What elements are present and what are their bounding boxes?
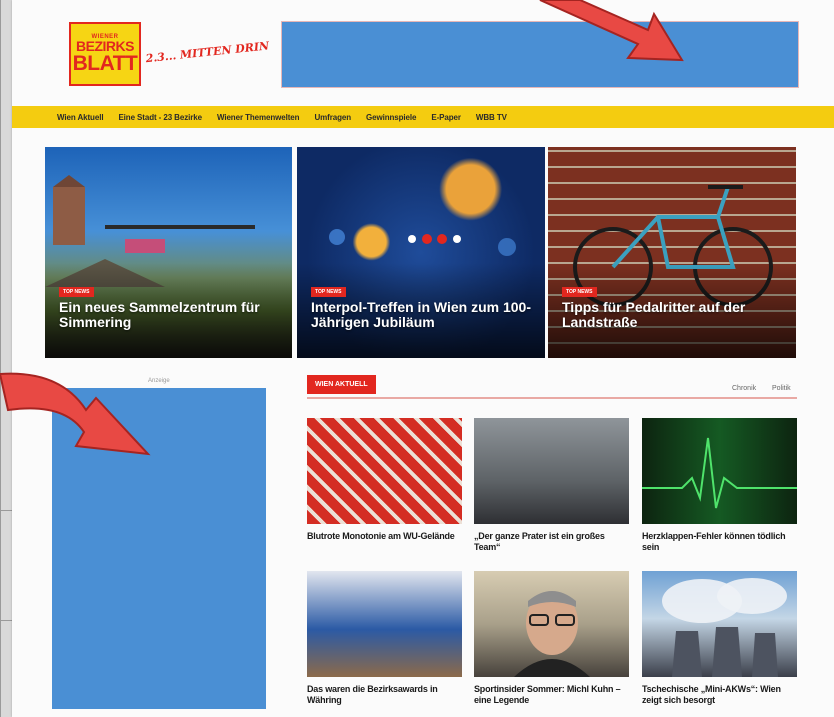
article-thumb-heart-monitor bbox=[642, 418, 797, 524]
site-logo[interactable]: WIENER BEZIRKS BLATT bbox=[69, 22, 141, 86]
top-news-badge: TOP NEWS bbox=[562, 287, 597, 297]
article-title[interactable]: Blutrote Monotonie am WU-Gelände bbox=[307, 531, 462, 542]
nav-item-umfragen[interactable]: Umfragen bbox=[314, 113, 351, 122]
article-title[interactable]: Tschechische „Mini-AKWs“: Wien zeigt sic… bbox=[642, 684, 797, 706]
article-title[interactable]: Das waren die Bezirksawards in Währing bbox=[307, 684, 462, 706]
article-title[interactable]: Herzklappen-Fehler können tödlich sein bbox=[642, 531, 797, 553]
article-card-5[interactable]: Sportinsider Sommer: Michl Kuhn – eine L… bbox=[474, 571, 629, 706]
main-navigation: Wien Aktuell Eine Stadt - 23 Bezirke Wie… bbox=[12, 106, 834, 128]
section-divider bbox=[307, 397, 797, 399]
article-thumb-red-artwork bbox=[307, 418, 462, 524]
cooling-towers-graphic bbox=[662, 578, 787, 677]
grid-line-horizontal-2 bbox=[0, 620, 12, 621]
hero-article-2[interactable]: TOP NEWS Interpol-Treffen in Wien zum 10… bbox=[297, 147, 545, 358]
article-thumb-cooling-towers bbox=[642, 571, 797, 677]
hero-title[interactable]: Ein neues Sammelzentrum für Simmering bbox=[59, 299, 282, 331]
article-title[interactable]: Sportinsider Sommer: Michl Kuhn – eine L… bbox=[474, 684, 629, 706]
article-card-4[interactable]: Das waren die Bezirksawards in Währing bbox=[307, 571, 462, 706]
article-card-1[interactable]: Blutrote Monotonie am WU-Gelände bbox=[307, 418, 462, 542]
logo-line-3: BLATT bbox=[72, 51, 138, 75]
section-tag-wien-aktuell[interactable]: WIEN AKTUELL bbox=[307, 375, 376, 394]
logo-tagline: 2.3... MITTEN DRIN bbox=[145, 39, 270, 66]
hero-article-1[interactable]: TOP NEWS Ein neues Sammelzentrum für Sim… bbox=[45, 147, 292, 358]
article-card-3[interactable]: Herzklappen-Fehler können tödlich sein bbox=[642, 418, 797, 553]
nav-item-themenwelten[interactable]: Wiener Themenwelten bbox=[217, 113, 300, 122]
hero-title[interactable]: Interpol-Treffen in Wien zum 100-Jährige… bbox=[311, 299, 535, 331]
top-news-badge: TOP NEWS bbox=[311, 287, 346, 297]
hero-article-3[interactable]: TOP NEWS Tipps für Pedalritter auf der L… bbox=[548, 147, 796, 358]
grid-line-horizontal-1 bbox=[0, 510, 12, 511]
nav-item-wbb-tv[interactable]: WBB TV bbox=[476, 113, 507, 122]
article-card-6[interactable]: Tschechische „Mini-AKWs“: Wien zeigt sic… bbox=[642, 571, 797, 706]
heartbeat-line-graphic bbox=[642, 437, 797, 509]
nav-item-epaper[interactable]: E-Paper bbox=[431, 113, 461, 122]
nav-item-eine-stadt[interactable]: Eine Stadt - 23 Bezirke bbox=[118, 113, 202, 122]
article-thumb-award-group bbox=[307, 571, 462, 677]
article-title[interactable]: „Der ganze Prater ist ein großes Team“ bbox=[474, 531, 629, 553]
annotation-arrow-top bbox=[539, 0, 684, 62]
article-thumb-portrait bbox=[474, 571, 629, 677]
nav-item-wien-aktuell[interactable]: Wien Aktuell bbox=[57, 113, 104, 122]
annotation-arrow-left bbox=[0, 372, 151, 456]
article-thumb-two-people bbox=[474, 418, 629, 524]
top-news-badge: TOP NEWS bbox=[59, 287, 94, 297]
nav-item-gewinnspiele[interactable]: Gewinnspiele bbox=[366, 113, 416, 122]
article-card-2[interactable]: „Der ganze Prater ist ein großes Team“ bbox=[474, 418, 629, 553]
section-link-politik[interactable]: Politik bbox=[772, 385, 791, 392]
hero-title[interactable]: Tipps für Pedalritter auf der Landstraße bbox=[562, 299, 786, 331]
section-link-chronik[interactable]: Chronik bbox=[732, 385, 756, 392]
portrait-graphic bbox=[514, 591, 590, 677]
